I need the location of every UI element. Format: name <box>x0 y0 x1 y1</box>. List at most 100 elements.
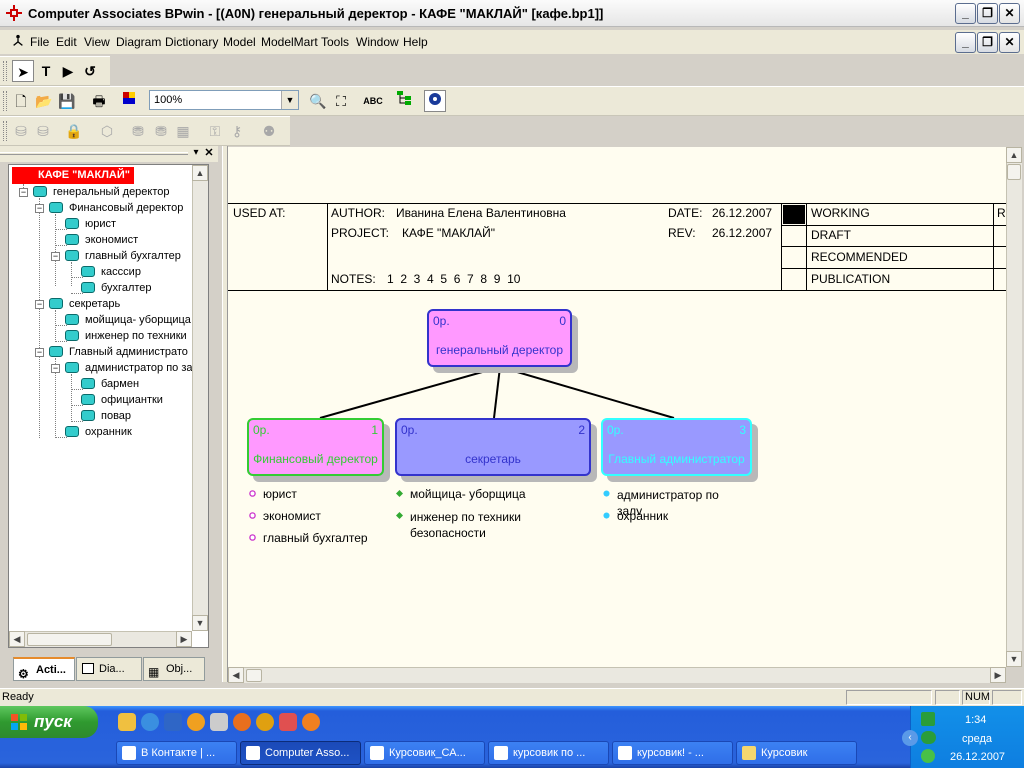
task-bpwin[interactable]: Computer Asso... <box>240 741 361 765</box>
tree-node[interactable]: секретарь <box>49 296 120 312</box>
tree-horizontal-scrollbar[interactable]: ◀ ▶ <box>9 631 192 647</box>
panel-dock-icon[interactable]: ▾ <box>190 147 202 160</box>
tray-eye-icon[interactable] <box>921 731 936 744</box>
scroll-up-icon[interactable]: ▲ <box>192 165 208 181</box>
diagram-navigator-icon[interactable] <box>393 90 415 112</box>
doc-close-button[interactable]: ✕ <box>999 32 1020 53</box>
tree-node[interactable]: Финансовый деректор <box>49 200 183 216</box>
activity-box-secretary[interactable]: 0р. 2 секретарь <box>395 418 591 476</box>
collapse-toggle[interactable]: − <box>35 204 44 213</box>
zoom-select[interactable]: 100% ▼ <box>149 90 299 110</box>
collapse-toggle[interactable]: − <box>51 364 60 373</box>
diagram-canvas[interactable]: USED AT: AUTHOR: Иванина Елена Валентино… <box>228 147 1006 667</box>
menu-tools[interactable]: Tools <box>321 35 349 49</box>
maximize-button[interactable]: ❐ <box>977 3 998 24</box>
tray-network-icon[interactable] <box>921 749 935 763</box>
doc-minimize-button[interactable]: _ <box>955 32 976 53</box>
tab-objects[interactable]: ▦ Obj... <box>143 657 205 681</box>
scroll-left-icon[interactable]: ◀ <box>9 631 25 647</box>
close-button[interactable]: ✕ <box>999 3 1020 24</box>
scroll-thumb[interactable] <box>27 633 112 646</box>
minimize-button[interactable]: _ <box>955 3 976 24</box>
start-button[interactable]: пуск <box>0 706 98 738</box>
tree-node[interactable]: генеральный деректор <box>33 184 170 200</box>
doc-restore-button[interactable]: ❐ <box>977 32 998 53</box>
canvas-vertical-scrollbar[interactable]: ▲ ▼ <box>1006 147 1022 667</box>
chevron-left-icon[interactable]: ‹ <box>902 730 918 746</box>
chevron-down-icon[interactable]: ▼ <box>281 91 298 109</box>
scroll-thumb[interactable] <box>1007 164 1021 180</box>
quick-launch-icon[interactable] <box>256 713 274 731</box>
internet-explorer-icon[interactable] <box>141 713 159 731</box>
tree-node[interactable]: главный бухгалтер <box>65 248 181 264</box>
zoom-fit-icon[interactable]: ⛶ <box>330 90 352 112</box>
tree-node[interactable]: Главный администрато <box>49 344 188 360</box>
task-vkontakte[interactable]: В Контакте | ... <box>116 741 237 765</box>
zoom-in-icon[interactable]: 🔍 <box>307 90 329 112</box>
quick-launch-icon[interactable] <box>164 713 182 731</box>
model-explorer-icon[interactable] <box>118 90 140 112</box>
save-icon[interactable]: 💾 <box>56 90 78 112</box>
task-word-1[interactable]: Курсовик_СА... <box>364 741 485 765</box>
menu-modelmart[interactable]: ModelMart <box>261 35 318 49</box>
tree-node[interactable]: бухгалтер <box>81 280 152 296</box>
scroll-thumb[interactable] <box>246 669 262 682</box>
pointer-tool-icon[interactable]: ➤ <box>12 60 34 82</box>
media-player-icon[interactable] <box>187 713 205 731</box>
tree-node[interactable]: охранник <box>65 424 132 440</box>
quick-launch-icon[interactable] <box>118 713 136 731</box>
scroll-up-icon[interactable]: ▲ <box>1006 147 1022 163</box>
collapse-toggle[interactable]: − <box>19 188 28 197</box>
menu-help[interactable]: Help <box>403 35 428 49</box>
tree-vertical-scrollbar[interactable]: ▲ ▼ <box>192 165 208 631</box>
task-folder[interactable]: Курсовик <box>736 741 857 765</box>
scroll-down-icon[interactable]: ▼ <box>1006 651 1022 667</box>
activity-box-chief-administrator[interactable]: 0р. 3 Главный администратор <box>601 418 752 476</box>
scroll-down-icon[interactable]: ▼ <box>192 615 208 631</box>
tree-node[interactable]: администратор по за <box>65 360 193 376</box>
collapse-toggle[interactable]: − <box>35 300 44 309</box>
spell-check-icon[interactable]: ABC <box>362 90 384 112</box>
firefox-icon[interactable] <box>233 713 251 731</box>
task-word-2[interactable]: курсовик по ... <box>488 741 609 765</box>
menu-window[interactable]: Window <box>356 35 399 49</box>
menu-view[interactable]: View <box>84 35 110 49</box>
menu-diagram[interactable]: Diagram <box>116 35 161 49</box>
panel-close-icon[interactable]: ✕ <box>203 147 215 160</box>
tree-node[interactable]: повар <box>81 408 131 424</box>
tree-node[interactable]: мойщица- уборщица <box>65 312 191 328</box>
quick-launch-icon[interactable] <box>302 713 320 731</box>
open-folder-icon[interactable]: 📂 <box>33 90 55 112</box>
modelmart-icon[interactable] <box>424 90 446 112</box>
document-menu-icon[interactable] <box>11 34 25 48</box>
go-to-child-icon[interactable]: ▶ <box>57 60 79 82</box>
print-icon[interactable]: 🖶 <box>88 90 110 112</box>
activity-box-financial-director[interactable]: 0р. 1 Финансовый деректор <box>247 418 384 476</box>
quick-launch-icon[interactable] <box>279 713 297 731</box>
tree-root-node[interactable]: КАФЕ "МАКЛАЙ" <box>12 167 134 184</box>
menu-file[interactable]: File <box>30 35 49 49</box>
tree-node[interactable]: официантки <box>81 392 163 408</box>
tree-node[interactable]: экономист <box>65 232 138 248</box>
go-to-parent-icon[interactable]: ↺ <box>79 60 101 82</box>
collapse-toggle[interactable]: − <box>35 348 44 357</box>
scroll-right-icon[interactable]: ▶ <box>990 667 1006 683</box>
task-word-3[interactable]: курсовик! - ... <box>612 741 733 765</box>
menu-model[interactable]: Model <box>223 35 256 49</box>
menu-edit[interactable]: Edit <box>56 35 77 49</box>
scroll-left-icon[interactable]: ◀ <box>228 667 244 683</box>
scroll-right-icon[interactable]: ▶ <box>176 631 192 647</box>
tree-node[interactable]: инженер по техники <box>65 328 187 344</box>
text-tool-icon[interactable]: T <box>35 60 57 82</box>
tree-node[interactable]: касссир <box>81 264 141 280</box>
tree-node[interactable]: бармен <box>81 376 139 392</box>
tab-diagrams[interactable]: Dia... <box>76 657 142 681</box>
menu-dictionary[interactable]: Dictionary <box>165 35 218 49</box>
canvas-horizontal-scrollbar[interactable]: ◀ ▶ <box>228 667 1006 683</box>
new-file-icon[interactable]: 🗋 <box>10 90 32 112</box>
tree-node[interactable]: юрист <box>65 216 116 232</box>
tab-activities[interactable]: ⚙ Acti... <box>13 657 75 681</box>
tray-app-icon[interactable] <box>921 712 935 726</box>
quick-launch-icon[interactable] <box>210 713 228 731</box>
collapse-toggle[interactable]: − <box>51 252 60 261</box>
